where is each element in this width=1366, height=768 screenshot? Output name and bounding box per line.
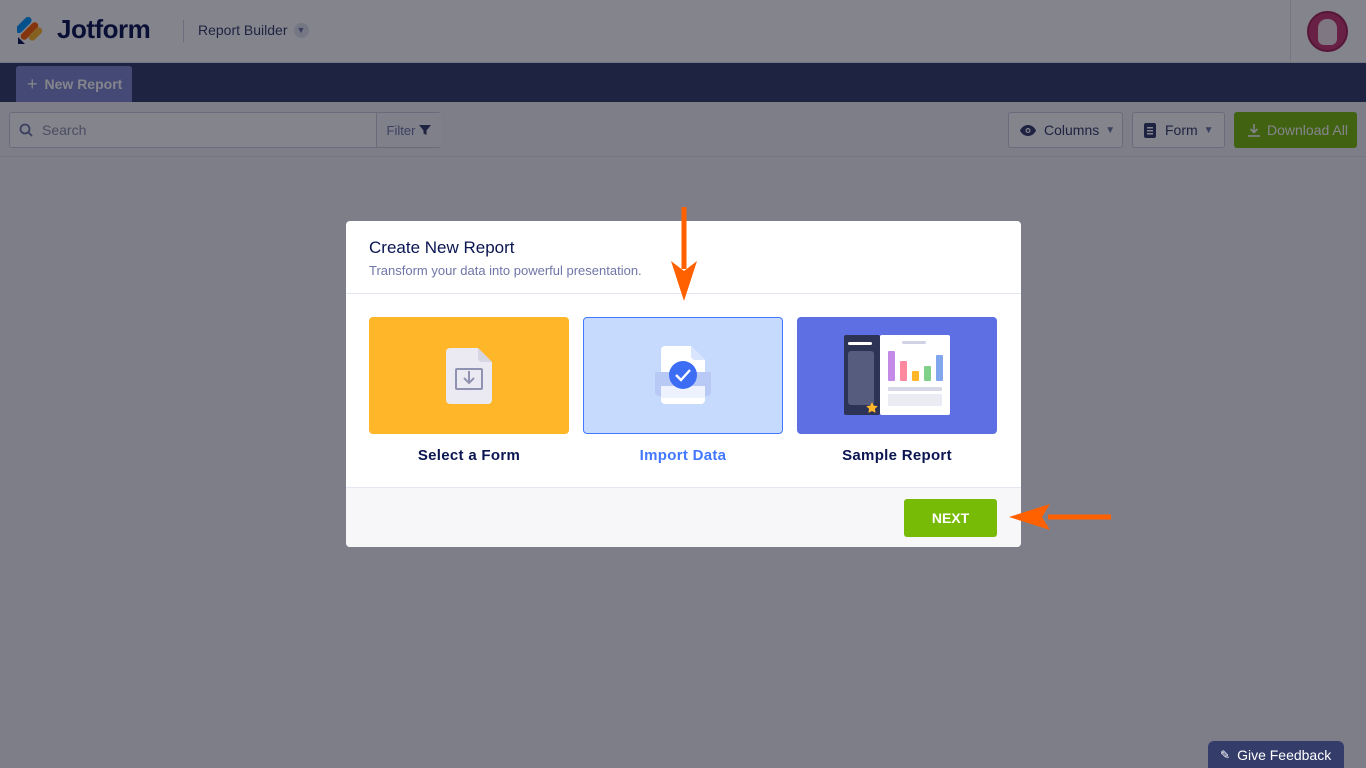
select-form-card[interactable] xyxy=(369,317,569,434)
import-data-icon xyxy=(655,346,711,404)
next-button[interactable]: NEXT xyxy=(904,499,997,537)
modal-footer: NEXT xyxy=(346,487,1021,547)
sample-report-icon xyxy=(844,335,950,415)
annotation-arrow-down xyxy=(671,207,697,301)
import-data-card[interactable] xyxy=(583,317,783,434)
annotation-arrow-left xyxy=(1009,504,1111,530)
option-label: Sample Report xyxy=(842,447,952,464)
give-feedback-button[interactable]: ✎ Give Feedback xyxy=(1208,741,1344,768)
option-label: Import Data xyxy=(639,447,727,464)
option-select-form[interactable]: Select a Form xyxy=(369,317,569,464)
sample-report-card[interactable] xyxy=(797,317,997,434)
option-label: Select a Form xyxy=(417,447,521,464)
give-feedback-label: Give Feedback xyxy=(1237,746,1332,763)
form-download-icon xyxy=(446,348,492,404)
option-import-data[interactable]: Import Data xyxy=(583,317,783,464)
feedback-icon: ✎ xyxy=(1220,747,1231,762)
option-sample-report[interactable]: Sample Report xyxy=(797,317,997,464)
